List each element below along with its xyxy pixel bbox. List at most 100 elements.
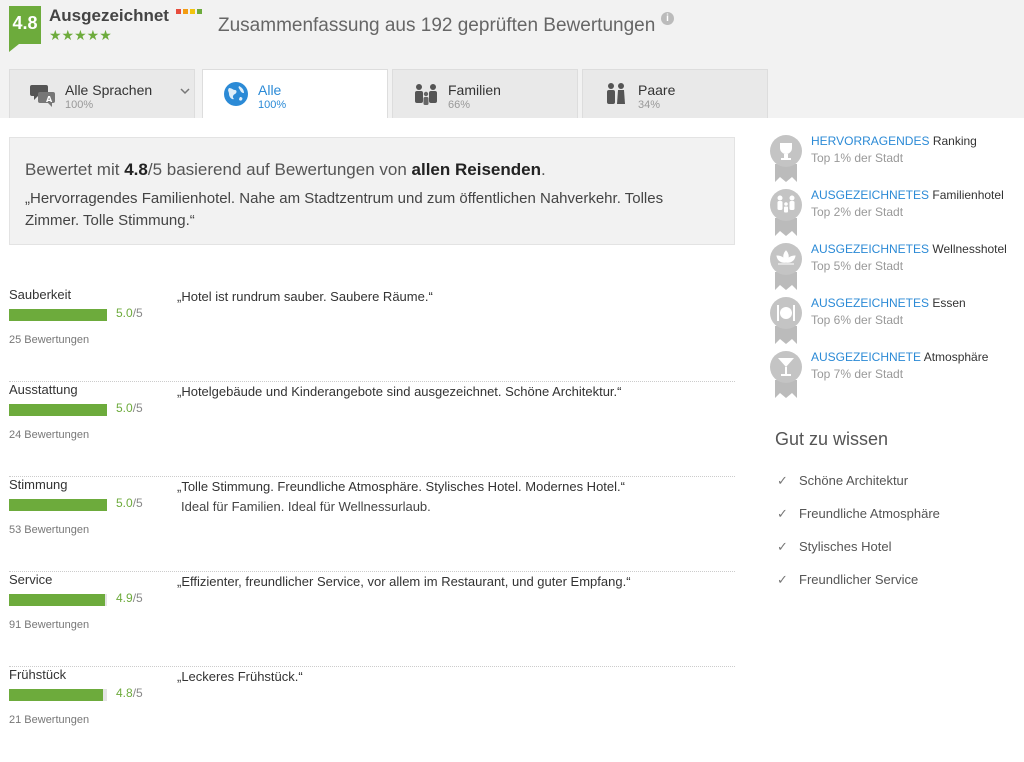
category-name: Ausstattung — [9, 382, 78, 397]
check-icon: ✓ — [777, 506, 788, 521]
category-quote: „Effizienter, freundlicher Service, vor … — [177, 572, 631, 592]
category-name: Service — [9, 572, 53, 587]
award-highlight[interactable]: AUSGEZEICHNETES — [811, 242, 929, 256]
category-quote-text: „Tolle Stimmung. Freundliche Atmosphäre.… — [177, 479, 625, 494]
good-to-know-item: ✓ Stylisches Hotel — [777, 539, 891, 555]
category-score-value: 4.8 — [116, 686, 133, 700]
good-to-know-label: Schöne Architektur — [799, 473, 909, 488]
category-quote: „Hotel ist rundrum sauber. Saubere Räume… — [177, 287, 433, 307]
category-score-value: 5.0 — [116, 401, 133, 415]
award-highlight[interactable]: AUSGEZEICHNETES — [811, 296, 929, 310]
category-row: Service 4.9/5 91 Bewertungen „Effiziente… — [9, 572, 735, 667]
category-review-count: 24 Bewertungen — [9, 429, 90, 441]
award-highlight[interactable]: HERVORRAGENDES — [811, 134, 929, 148]
category-score: 5.0/5 — [116, 306, 143, 320]
category-score: 4.9/5 — [116, 591, 143, 605]
award-item: AUSGEZEICHNETES Wellnesshotel Top 5% der… — [769, 242, 1019, 296]
category-quote: „Tolle Stimmung. Freundliche Atmosphäre.… — [177, 477, 625, 517]
grade-label: Ausgezeichnet — [49, 6, 169, 25]
category-bar-track — [9, 594, 107, 606]
overall-score-badge: 4.8 — [9, 6, 41, 52]
chevron-down-icon[interactable] — [178, 84, 192, 98]
category-review-count: 91 Bewertungen — [9, 619, 90, 631]
tab-percentage: 100% — [258, 99, 287, 111]
category-score-max: /5 — [132, 496, 143, 510]
award-rest: Ranking — [929, 134, 977, 148]
award-highlight[interactable]: AUSGEZEICHNETE — [811, 350, 921, 364]
good-to-know-label: Freundlicher Service — [799, 572, 919, 587]
award-title[interactable]: AUSGEZEICHNETES Essen — [811, 296, 966, 310]
family-icon — [770, 189, 802, 236]
tab-families[interactable]: Familien 66% — [392, 69, 578, 118]
category-bar-fill — [9, 309, 107, 321]
check-icon: ✓ — [777, 539, 788, 554]
good-to-know-label: Freundliche Atmosphäre — [799, 506, 940, 521]
category-review-count: 53 Bewertungen — [9, 524, 90, 536]
tab-label: Paare — [638, 82, 676, 98]
award-title[interactable]: AUSGEZEICHNETE Atmosphäre — [811, 350, 988, 364]
award-subtitle: Top 2% der Stadt — [811, 205, 904, 219]
category-quote-extra: Ideal für Familien. Ideal für Wellnessur… — [181, 499, 431, 514]
category-score-max: /5 — [132, 591, 143, 605]
award-subtitle: Top 1% der Stadt — [811, 151, 904, 165]
category-row: Stimmung 5.0/5 53 Bewertungen „Tolle Sti… — [9, 477, 735, 572]
category-name: Sauberkeit — [9, 287, 72, 302]
family-icon — [415, 84, 437, 105]
category-quote-text: „Hotelgebäude und Kinderangebote sind au… — [177, 384, 622, 399]
category-bar-fill — [9, 594, 106, 606]
good-to-know-item: ✓ Schöne Architektur — [777, 473, 908, 489]
verdict-group: allen Reisenden — [411, 160, 541, 179]
category-name: Stimmung — [9, 477, 68, 492]
verdict-score: 4.8 — [124, 160, 148, 179]
award-title[interactable]: AUSGEZEICHNETES Familienhotel — [811, 188, 1004, 202]
tab-all-languages[interactable]: A Alle Sprachen 100% — [9, 69, 195, 118]
award-title[interactable]: AUSGEZEICHNETES Wellnesshotel — [811, 242, 1007, 256]
award-highlight[interactable]: AUSGEZEICHNETES — [811, 188, 929, 202]
info-icon[interactable]: i — [661, 12, 674, 25]
overall-verdict-box: Bewertet mit 4.8/5 basierend auf Bewertu… — [9, 137, 735, 245]
category-bar-track — [9, 309, 107, 321]
award-rest: Wellnesshotel — [929, 242, 1007, 256]
category-quote: „Leckeres Frühstück.“ — [177, 667, 303, 687]
award-rest: Atmosphäre — [921, 350, 989, 364]
tab-couples[interactable]: Paare 34% — [582, 69, 768, 118]
category-bar-track — [9, 499, 107, 511]
grade-bar-yellow — [190, 9, 195, 14]
category-score-max: /5 — [132, 306, 143, 320]
category-score: 4.8/5 — [116, 686, 143, 700]
speech-bubbles-icon: A — [30, 85, 55, 107]
category-score: 5.0/5 — [116, 496, 143, 510]
check-icon: ✓ — [777, 473, 788, 488]
category-score-max: /5 — [132, 401, 143, 415]
good-to-know-title: Gut zu wissen — [775, 429, 889, 449]
rating-header: 4.8 Ausgezeichnet ★★★★★ Zusammenfassung … — [0, 0, 1024, 118]
category-score-max: /5 — [132, 686, 143, 700]
svg-text:A: A — [46, 95, 53, 104]
verdict-suffix: . — [540, 160, 546, 179]
verdict-mid: /5 basierend auf Bewertungen von — [147, 160, 412, 179]
category-bar-track — [9, 404, 107, 416]
category-quote-text: „Effizienter, freundlicher Service, vor … — [177, 574, 631, 589]
tab-label: Alle — [258, 82, 282, 98]
tab-all[interactable]: Alle 100% — [202, 69, 388, 118]
award-item: AUSGEZEICHNETES Essen Top 6% der Stadt — [769, 296, 1019, 350]
good-to-know-item: ✓ Freundliche Atmosphäre — [777, 506, 940, 522]
grade-bar-orange — [183, 9, 188, 14]
review-summary-title: Zusammenfassung aus 192 geprüften Bewert… — [218, 15, 656, 36]
tab-label: Familien — [448, 82, 501, 98]
category-bar-fill — [9, 499, 107, 511]
grade-bar-green — [197, 9, 202, 14]
check-icon: ✓ — [777, 572, 788, 587]
good-to-know-item: ✓ Freundlicher Service — [777, 572, 918, 588]
award-subtitle: Top 7% der Stadt — [811, 367, 904, 381]
cutlery-icon — [770, 297, 802, 344]
award-item: HERVORRAGENDES Ranking Top 1% der Stadt — [769, 134, 1019, 188]
category-score-value: 4.9 — [116, 591, 133, 605]
verdict-line: Bewertet mit 4.8/5 basierend auf Bewertu… — [25, 160, 546, 180]
verdict-quote: „Hervorragendes Familienhotel. Nahe am S… — [25, 190, 664, 229]
category-score-value: 5.0 — [116, 496, 133, 510]
cocktail-icon — [770, 351, 802, 398]
award-title[interactable]: HERVORRAGENDES Ranking — [811, 134, 977, 148]
award-rest: Familienhotel — [929, 188, 1004, 202]
award-item: AUSGEZEICHNETE Atmosphäre Top 7% der Sta… — [769, 350, 1019, 404]
